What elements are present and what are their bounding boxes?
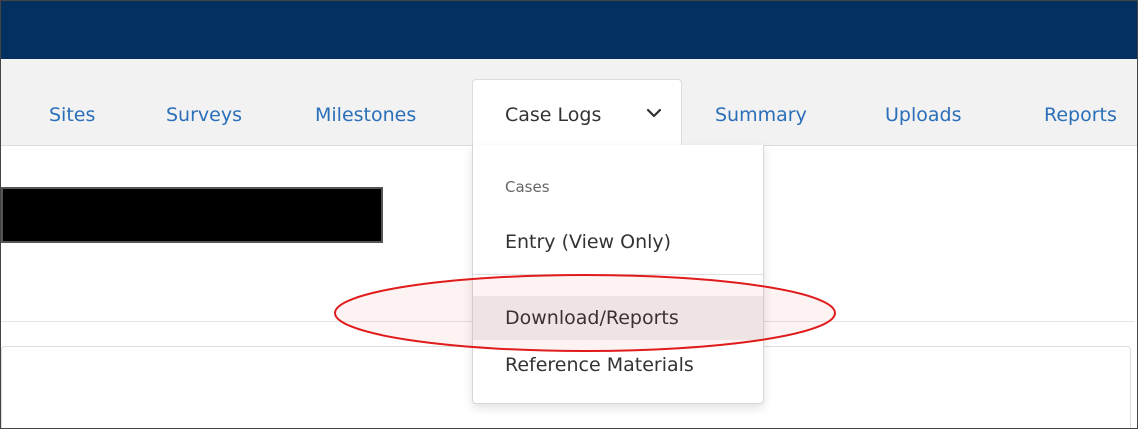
- menu-item-download-reports[interactable]: Download/Reports: [473, 296, 763, 340]
- nav-item-surveys[interactable]: Surveys: [166, 101, 242, 129]
- menu-item-reference-materials[interactable]: Reference Materials: [473, 343, 763, 387]
- chevron-down-icon[interactable]: [645, 104, 663, 122]
- nav-item-sites[interactable]: Sites: [49, 101, 95, 129]
- redacted-title: [1, 187, 383, 243]
- top-header-bar: [1, 1, 1137, 59]
- menu-divider: [473, 274, 763, 275]
- nav-item-uploads[interactable]: Uploads: [885, 101, 961, 129]
- nav-item-milestones[interactable]: Milestones: [315, 101, 416, 129]
- nav-item-reports[interactable]: Reports: [1044, 101, 1117, 129]
- app-window: Sites Surveys Milestones Case Logs Summa…: [0, 0, 1138, 429]
- dropdown-header-cases: Cases: [505, 178, 550, 196]
- nav-item-summary[interactable]: Summary: [715, 101, 807, 129]
- menu-item-entry-view-only[interactable]: Entry (View Only): [473, 220, 763, 264]
- nav-item-case-logs[interactable]: Case Logs: [505, 101, 601, 129]
